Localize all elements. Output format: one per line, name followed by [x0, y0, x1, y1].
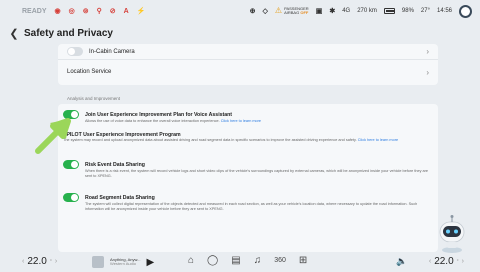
track-artist: Western Audio — [110, 261, 136, 266]
temp-up-icon[interactable]: › — [55, 258, 57, 265]
settings-content: In-Cabin Camera › Location Service › Ana… — [58, 44, 438, 252]
battery-label: 98% — [401, 8, 414, 14]
in-cabin-camera-label: In-Cabin Camera — [89, 48, 135, 55]
seatbelt-icon: ◉ — [54, 8, 61, 15]
bluetooth-icon: ✱ — [329, 8, 336, 15]
voice-assistant-desc: Allows the use of voice data to enhance … — [63, 119, 433, 124]
bottom-dock: ‹ 22.0 ° › Anything, Anyw... Western Audi… — [0, 252, 480, 272]
voice-assistant-learn-more-link[interactable]: Click here to learn more — [221, 119, 261, 123]
voice-assistant-desc-text: Allows the use of voice data to enhance … — [85, 119, 221, 123]
driver-temperature[interactable]: ‹ 22.0 ° › — [22, 256, 57, 267]
xpilot-program-item: XPILOT User Experience Improvement Progr… — [63, 132, 433, 143]
passenger-temp-value: 22.0 — [434, 256, 454, 267]
xpilot-program-desc-text: The system may record and upload anonymi… — [63, 138, 358, 142]
chevron-right-icon: › — [426, 67, 429, 77]
voice-assistant-title: Join User Experience Improvement Plan fo… — [85, 111, 233, 118]
clock: 14:56 — [436, 8, 452, 14]
in-cabin-camera-toggle[interactable] — [67, 47, 83, 56]
status-icons-left: READY ◉ ◎ ⊚ ⚲ ⊘ A ⚡ — [0, 7, 146, 16]
risk-event-desc: When there is a risk event, the system w… — [85, 169, 429, 179]
xpilot-program-desc: The system may record and upload anonymi… — [63, 138, 433, 143]
camera-icon: ▣ — [315, 8, 323, 15]
camera-360-icon[interactable]: 360 — [274, 257, 286, 264]
xpilot-learn-more-link[interactable]: Click here to learn more — [358, 138, 398, 142]
battery-icon — [383, 8, 395, 14]
profile-avatar[interactable] — [459, 4, 472, 18]
airbag-status: ⚠ PASSENGER AIRBAG OFF — [274, 5, 309, 16]
chevron-right-icon: › — [426, 47, 429, 56]
media-player[interactable]: Anything, Anyw... Western Audio ▶ — [92, 256, 154, 268]
airbag-state: OFF — [300, 9, 309, 15]
apps-icon[interactable]: ⊞ — [299, 255, 307, 266]
privacy-card: In-Cabin Camera › Location Service › — [58, 44, 438, 85]
in-cabin-camera-row[interactable]: In-Cabin Camera › — [58, 44, 438, 59]
road-segment-item: Road Segment Data Sharing The system wil… — [63, 193, 433, 213]
road-segment-desc: The system will collect digital represen… — [85, 202, 418, 212]
track-info: Anything, Anyw... Western Audio — [110, 257, 140, 267]
back-button[interactable]: ❮ — [4, 22, 24, 44]
volume-icon[interactable]: 🔈 — [396, 256, 407, 267]
dock-icons: ⌂ ◯ ▤ ♫ 360 ⊞ — [188, 255, 307, 266]
wheel-icon: ⊕ — [249, 8, 256, 15]
home-icon[interactable]: ⌂ — [188, 255, 194, 266]
highlight-arrow-icon — [35, 118, 71, 154]
voice-assistant-item: Join User Experience Improvement Plan fo… — [63, 110, 433, 124]
voice-assistant-robot-icon[interactable] — [436, 214, 468, 254]
risk-event-title: Risk Event Data Sharing — [85, 161, 145, 168]
ready-icon: READY — [22, 7, 47, 15]
temp-unit: ° — [456, 258, 459, 265]
assist-icon: ⊘ — [109, 8, 116, 15]
risk-event-item: Risk Event Data Sharing When there is a … — [63, 160, 433, 180]
brake-icon: ⊚ — [82, 8, 89, 15]
temp-down-icon[interactable]: ‹ — [22, 258, 24, 265]
driver-temp-value: 22.0 — [27, 256, 47, 267]
outside-temperature: 27° — [420, 8, 430, 14]
airbag-icon: ⚠ — [274, 5, 283, 15]
section-label: Analysis and Improvement — [67, 96, 121, 101]
hold-icon: ◎ — [68, 8, 75, 15]
road-segment-toggle[interactable] — [63, 193, 79, 202]
page-header: ❮ Safety and Privacy — [0, 22, 480, 44]
speed-icon: ⚲ — [96, 8, 102, 15]
temp-down-icon[interactable]: ‹ — [429, 258, 431, 265]
location-service-label: Location Service — [67, 69, 112, 75]
play-icon[interactable]: ▶ — [146, 257, 154, 268]
power-icon: ⚡ — [136, 8, 146, 15]
road-segment-title: Road Segment Data Sharing — [85, 194, 155, 201]
seat-icon[interactable]: ▤ — [231, 255, 240, 266]
signal-label: 4G — [342, 8, 351, 14]
music-icon[interactable]: ♫ — [254, 255, 262, 266]
range-label: 270 km — [357, 8, 377, 14]
airbag-label: AIRBAG — [284, 9, 300, 15]
analysis-card: Join User Experience Improvement Plan fo… — [58, 104, 438, 252]
car-icon[interactable]: ◯ — [207, 255, 218, 266]
status-bar: READY ◉ ◎ ⊚ ⚲ ⊘ A ⚡ ⊕ ◇ ⚠ PASSENGER AIRB… — [0, 0, 480, 22]
location-service-row[interactable]: Location Service › — [58, 59, 438, 84]
album-cover — [92, 256, 104, 268]
temp-unit: ° — [49, 258, 52, 265]
temp-up-icon[interactable]: › — [462, 258, 464, 265]
auto-hold-icon: A — [123, 7, 129, 15]
risk-event-toggle[interactable] — [63, 160, 79, 169]
status-icons-right: ⊕ ◇ ⚠ PASSENGER AIRBAG OFF ▣ ✱ 4G 270 km… — [250, 0, 472, 22]
passenger-temperature[interactable]: ‹ 22.0 ° › — [429, 256, 464, 267]
drive-icon: ◇ — [262, 8, 268, 15]
page-title: Safety and Privacy — [24, 27, 113, 39]
